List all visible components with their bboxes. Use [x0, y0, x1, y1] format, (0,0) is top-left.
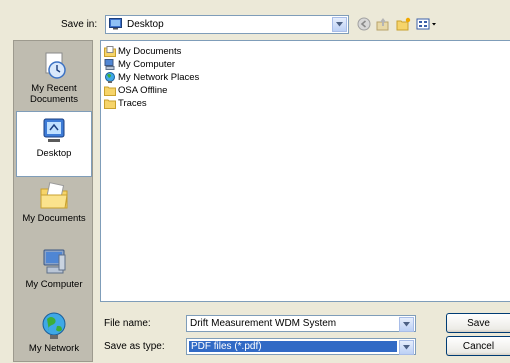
network-places-icon: [105, 71, 115, 83]
place-label: My Recent: [31, 83, 77, 94]
place-label: Desktop: [36, 148, 72, 159]
list-item-name: Traces: [118, 97, 147, 109]
save-in-dropdown[interactable]: Desktop: [105, 15, 349, 34]
place-my-documents[interactable]: My Documents: [16, 181, 92, 241]
file-list[interactable]: My Documents My Computer My Network Plac…: [100, 40, 510, 302]
list-item[interactable]: My Documents: [104, 45, 181, 57]
chevron-down-icon: [336, 22, 343, 27]
list-item-name: My Network Places: [118, 71, 200, 83]
desktop-icon: [43, 118, 65, 142]
place-my-computer[interactable]: My Computer: [16, 247, 92, 307]
cancel-button[interactable]: Cancel: [446, 336, 510, 356]
list-item[interactable]: My Network Places: [104, 71, 199, 83]
folder-icon: [104, 86, 116, 96]
save-as-type-dropdown[interactable]: PDF files (*.pdf): [186, 338, 416, 355]
place-label: My Computer: [25, 279, 83, 290]
my-network-icon: [42, 312, 66, 339]
list-item-name: My Documents: [118, 45, 182, 57]
back-button[interactable]: [356, 16, 372, 32]
new-folder-button[interactable]: [395, 16, 411, 32]
place-label: My Documents: [22, 213, 86, 224]
list-item[interactable]: Traces: [104, 97, 147, 109]
place-my-recent-documents[interactable]: My Recent Documents: [16, 51, 92, 111]
place-desktop[interactable]: Desktop: [16, 111, 92, 177]
list-item[interactable]: OSA Offline: [104, 84, 167, 96]
up-folder-button[interactable]: [375, 16, 391, 32]
list-item-name: My Computer: [118, 58, 176, 70]
view-menu-icon: [416, 18, 436, 30]
save-as-type-dropdown-button[interactable]: [399, 340, 414, 355]
file-name-dropdown-button[interactable]: [399, 317, 414, 332]
my-documents-icon: [40, 182, 68, 209]
chevron-down-icon: [403, 345, 410, 350]
file-name-field[interactable]: Drift Measurement WDM System: [186, 315, 416, 332]
documents-folder-icon: [104, 45, 116, 57]
save-in-dropdown-button[interactable]: [332, 17, 347, 32]
new-folder-icon: [396, 17, 410, 31]
save-in-label: Save in:: [61, 19, 98, 30]
place-my-network[interactable]: My Network: [16, 311, 92, 363]
save-dialog: Save in: Desktop My Recent Documents Des…: [0, 0, 510, 362]
list-item[interactable]: My Computer: [104, 58, 175, 70]
recent-documents-icon: [45, 52, 66, 79]
desktop-small-icon: [109, 18, 122, 30]
place-label: My Network: [28, 343, 80, 354]
view-menu-button[interactable]: [416, 16, 438, 32]
back-icon: [357, 17, 371, 31]
place-label-line2: Documents: [29, 94, 79, 105]
save-as-type-value: PDF files (*.pdf): [189, 341, 397, 352]
chevron-down-icon: [403, 322, 410, 327]
save-as-type-label: Save as type:: [104, 341, 165, 352]
list-item-name: OSA Offline: [118, 84, 168, 96]
computer-icon: [104, 58, 115, 70]
up-folder-icon: [376, 18, 389, 31]
save-in-value: Desktop: [127, 19, 164, 30]
save-button[interactable]: Save: [446, 313, 510, 333]
file-name-value: Drift Measurement WDM System: [190, 318, 337, 329]
places-bar: My Recent Documents Desktop My Documents: [13, 40, 93, 362]
folder-icon: [104, 99, 116, 109]
my-computer-icon: [43, 249, 66, 274]
file-name-label: File name:: [104, 318, 151, 329]
